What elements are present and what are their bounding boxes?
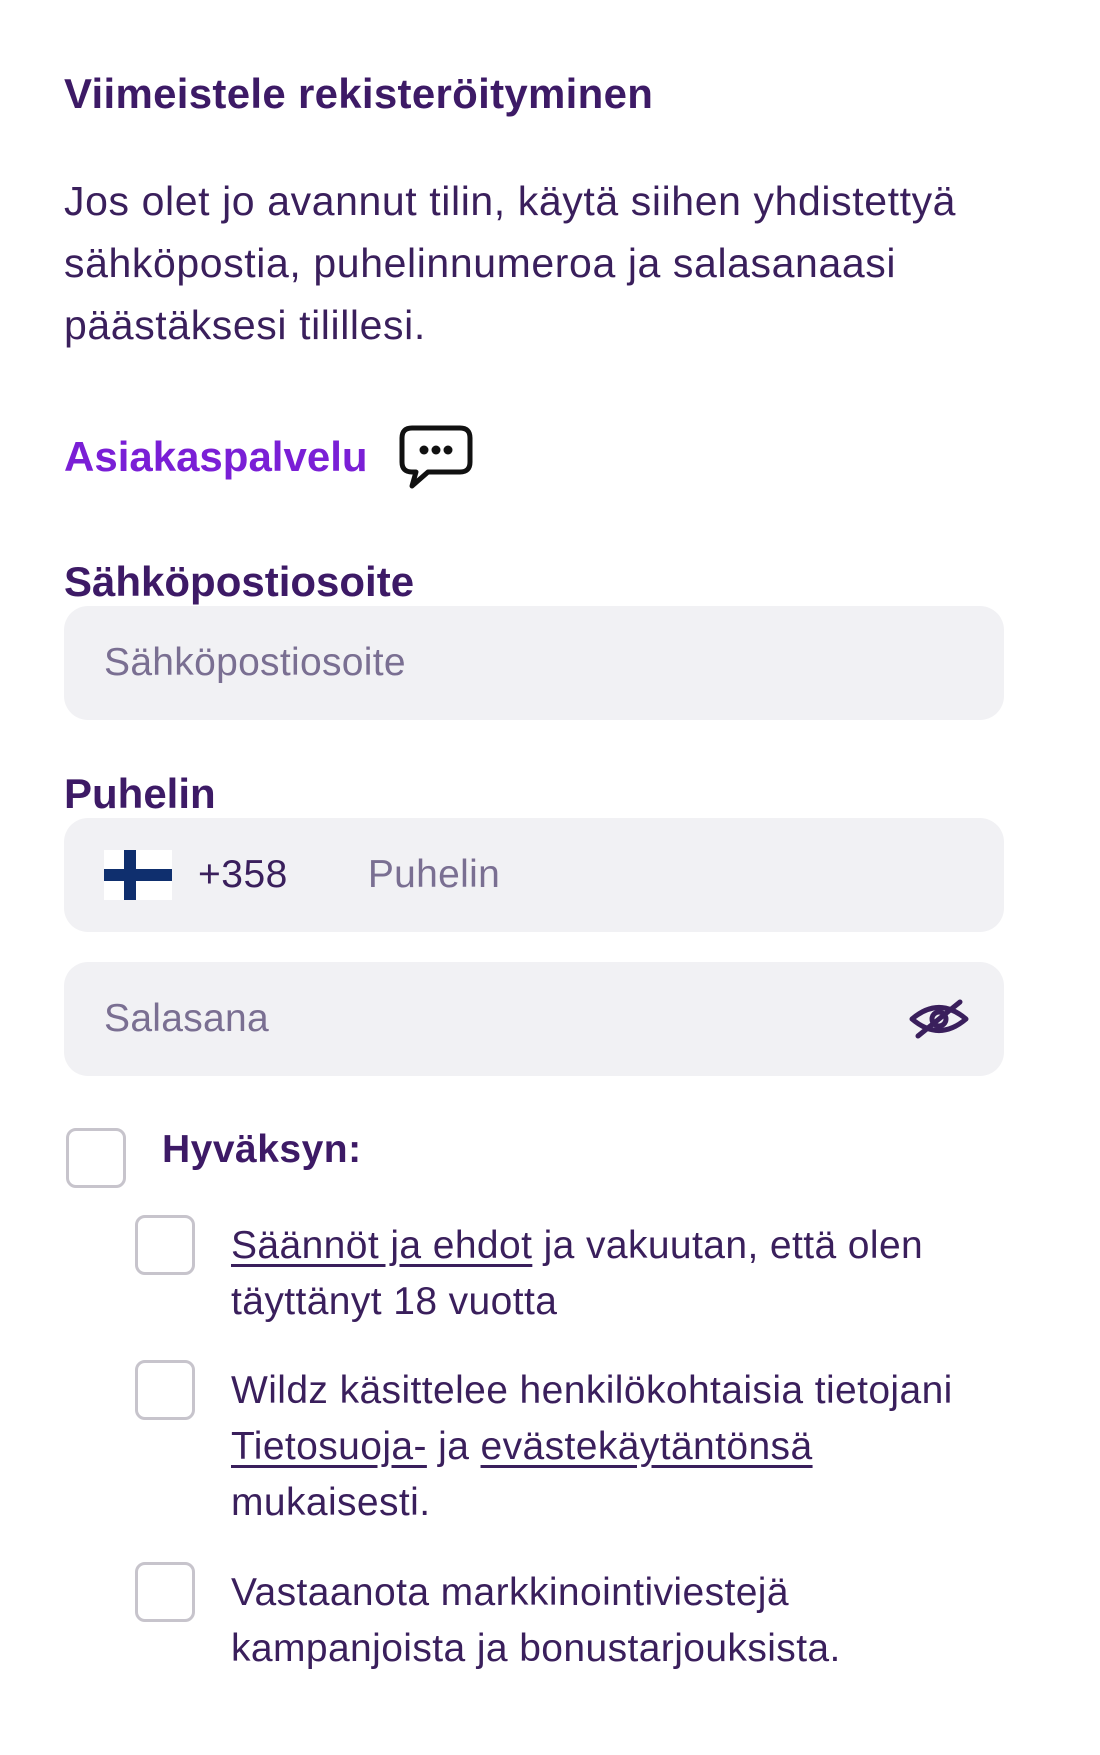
password-placeholder: Salasana bbox=[104, 997, 270, 1040]
accept-label: Hyväksyn: bbox=[162, 1128, 362, 1171]
marketing-text: Vastaanota markkinointiviestejä kampanjo… bbox=[231, 1571, 841, 1670]
customer-support-link[interactable]: Asiakaspalvelu bbox=[64, 422, 474, 492]
terms-text: Säännöt ja ehdot ja vakuutan, että olen … bbox=[231, 1218, 1011, 1330]
email-field[interactable]: Sähköpostiosoite bbox=[64, 606, 1004, 720]
privacy-text-and: ja bbox=[426, 1425, 481, 1468]
privacy-policy-link[interactable]: Tietosuoja- bbox=[231, 1425, 427, 1468]
phone-label: Puhelin bbox=[64, 770, 216, 817]
email-placeholder: Sähköpostiosoite bbox=[104, 641, 406, 684]
privacy-text-end: mukaisesti. bbox=[231, 1481, 431, 1524]
finland-flag-icon[interactable] bbox=[104, 850, 172, 900]
password-field[interactable]: Salasana bbox=[64, 962, 1004, 1076]
terms-checkbox[interactable] bbox=[135, 1215, 195, 1275]
dial-code[interactable]: +358 bbox=[198, 853, 288, 897]
intro-text: Jos olet jo avannut tilin, käytä siihen … bbox=[64, 178, 957, 348]
privacy-checkbox[interactable] bbox=[135, 1360, 195, 1420]
eye-slash-icon[interactable] bbox=[908, 996, 970, 1042]
marketing-checkbox[interactable] bbox=[135, 1562, 195, 1622]
privacy-text-start: Wildz käsittelee henkilökohtaisia tietoj… bbox=[231, 1369, 953, 1412]
terms-link[interactable]: Säännöt ja ehdot bbox=[231, 1224, 532, 1267]
phone-field[interactable]: +358 Puhelin bbox=[64, 818, 1004, 932]
accept-all-checkbox[interactable] bbox=[66, 1128, 126, 1188]
phone-placeholder: Puhelin bbox=[367, 853, 501, 896]
customer-support-label[interactable]: Asiakaspalvelu bbox=[64, 433, 368, 481]
cookie-policy-link[interactable]: evästekäytäntönsä bbox=[481, 1425, 813, 1468]
registration-form: Viimeistele rekisteröityminen Jos olet j… bbox=[0, 0, 1100, 1755]
page-title: Viimeistele rekisteröityminen bbox=[64, 70, 654, 117]
email-label: Sähköpostiosoite bbox=[64, 558, 415, 605]
privacy-text: Wildz käsittelee henkilökohtaisia tietoj… bbox=[231, 1363, 1011, 1531]
chat-bubble-icon[interactable] bbox=[398, 422, 474, 492]
